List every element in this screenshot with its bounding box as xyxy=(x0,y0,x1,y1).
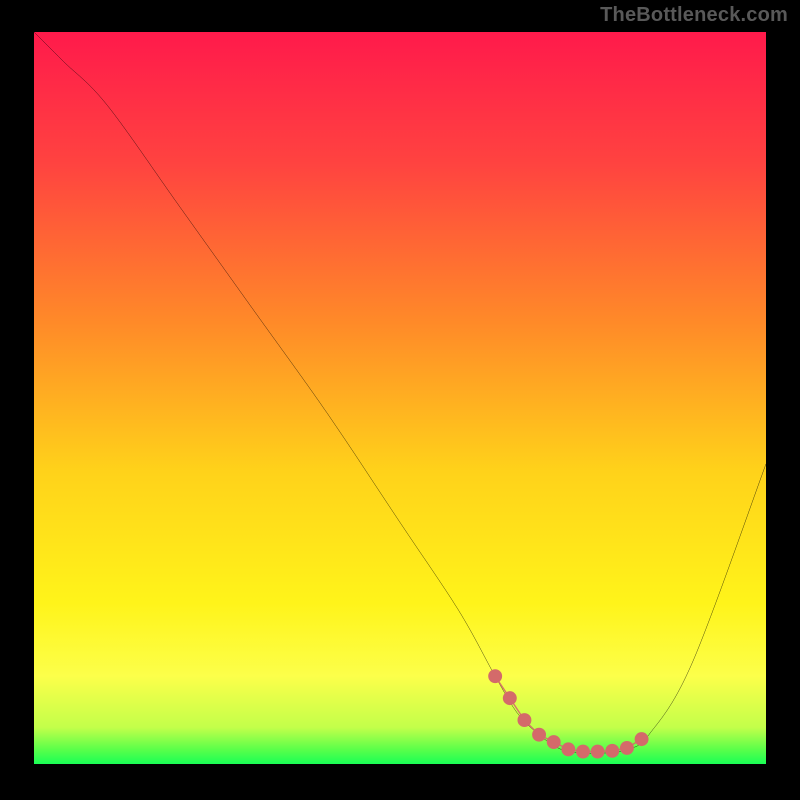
optimal-range-markers xyxy=(34,32,766,764)
chart-frame: TheBottleneck.com xyxy=(0,0,800,800)
plot-area xyxy=(34,32,766,764)
watermark-text: TheBottleneck.com xyxy=(600,4,788,27)
